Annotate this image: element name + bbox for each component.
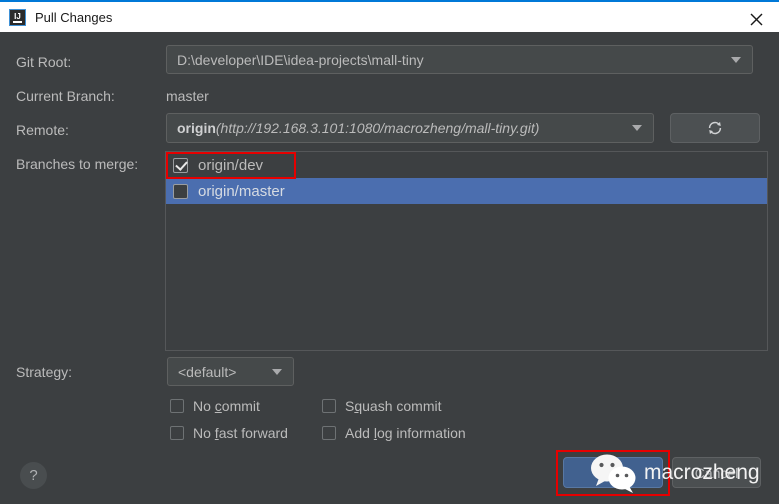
- checkbox-box: [170, 426, 184, 440]
- checkbox-label: Add log information: [345, 425, 466, 441]
- checkbox-label: Squash commit: [345, 398, 442, 414]
- list-item[interactable]: origin/master: [166, 178, 767, 204]
- dialog-content: Git Root: D:\developer\IDE\idea-projects…: [0, 32, 779, 504]
- branch-label: origin/master: [198, 182, 285, 200]
- remote-combobox[interactable]: origin(http://192.168.3.101:1080/macrozh…: [166, 113, 654, 143]
- window-title: Pull Changes: [35, 9, 113, 25]
- strategy-value: <default>: [178, 363, 237, 380]
- checkbox-squash-commit[interactable]: Squash commit: [322, 398, 442, 414]
- close-icon[interactable]: [733, 4, 779, 34]
- checkbox-label: No commit: [193, 398, 260, 414]
- branch-label: origin/dev: [198, 156, 264, 174]
- cancel-button[interactable]: Cancel: [672, 457, 761, 488]
- chevron-down-icon: [632, 125, 642, 131]
- checkbox-box: [170, 399, 184, 413]
- git-root-label: Git Root:: [16, 54, 72, 70]
- branches-list[interactable]: origin/dev origin/master: [165, 151, 768, 351]
- intellij-idea-icon: IJ: [9, 8, 26, 26]
- help-button[interactable]: ?: [20, 462, 47, 489]
- remote-url: (http://192.168.3.101:1080/macrozheng/ma…: [215, 120, 540, 136]
- title-bar: IJ Pull Changes: [0, 0, 779, 32]
- strategy-combobox[interactable]: <default>: [167, 357, 294, 386]
- chevron-down-icon: [272, 368, 282, 375]
- branch-checkbox[interactable]: [173, 183, 188, 199]
- checkbox-box: [322, 426, 336, 440]
- git-root-value: D:\developer\IDE\idea-projects\mall-tiny: [177, 51, 424, 68]
- remote-label: Remote:: [16, 122, 69, 138]
- refresh-icon: [708, 121, 722, 135]
- current-branch-label: Current Branch:: [16, 88, 115, 104]
- branch-checkbox[interactable]: [173, 157, 188, 173]
- pull-button[interactable]: Pull: [563, 457, 663, 488]
- chevron-down-icon: [731, 56, 741, 63]
- checkbox-label: No fast forward: [193, 425, 288, 441]
- current-branch-value: master: [166, 88, 209, 104]
- remote-name: origin: [177, 120, 216, 136]
- checkbox-add-log-information[interactable]: Add log information: [322, 425, 466, 441]
- strategy-label: Strategy:: [16, 364, 73, 380]
- git-root-combobox[interactable]: D:\developer\IDE\idea-projects\mall-tiny: [166, 45, 753, 74]
- refresh-button[interactable]: [670, 113, 760, 143]
- branches-to-merge-label: Branches to merge:: [16, 156, 139, 172]
- pull-changes-dialog: IJ Pull Changes Git Root: D:\developer\I…: [0, 0, 779, 504]
- checkbox-no-commit[interactable]: No commit: [170, 398, 260, 414]
- checkbox-box: [322, 399, 336, 413]
- list-item[interactable]: origin/dev: [166, 152, 767, 178]
- checkbox-no-fast-forward[interactable]: No fast forward: [170, 425, 288, 441]
